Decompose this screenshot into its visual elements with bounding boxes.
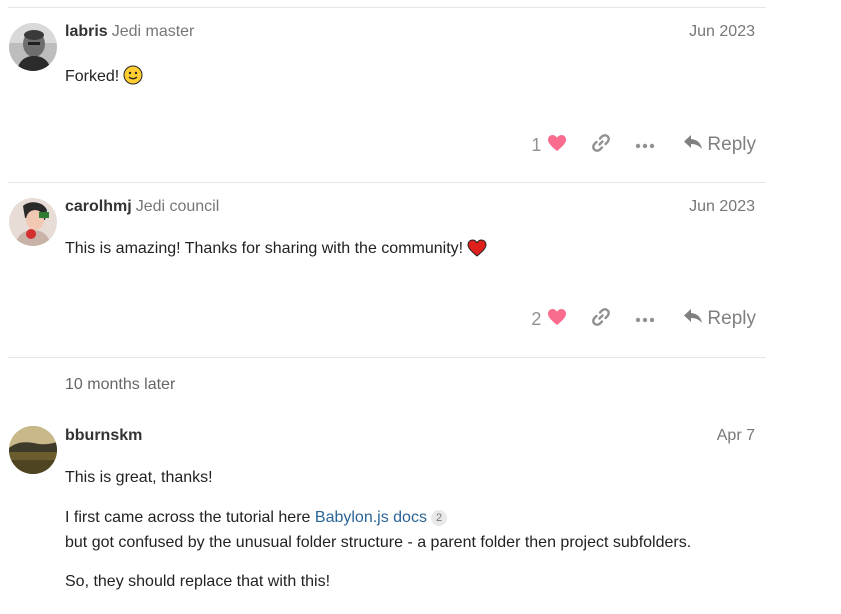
more-icon (635, 136, 655, 154)
link-icon (591, 133, 611, 158)
link-icon (591, 307, 611, 332)
post-divider (8, 357, 766, 358)
time-gap-notice: 10 months later (65, 376, 176, 393)
post-labris: labris Jedi master Jun 2023 Forked! 1 Rep… (0, 8, 766, 182)
post-body: This is amazing! Thanks for sharing with… (65, 239, 487, 263)
user-title: Jedi council (135, 198, 220, 215)
reply-icon (683, 134, 703, 156)
user-title: Jedi master (111, 23, 195, 40)
post-body: Forked! (65, 65, 143, 91)
reply-label: Reply (707, 134, 756, 155)
reply-icon (683, 308, 703, 330)
topic-post-stream: labris Jedi master Jun 2023 Forked! 1 Rep… (0, 0, 841, 614)
avatar-carolhmj[interactable] (9, 198, 57, 246)
reply-label: Reply (707, 308, 756, 329)
post-carolhmj: carolhmj Jedi council Jun 2023 This is am… (0, 183, 766, 357)
more-actions-button[interactable] (633, 307, 657, 331)
post-actions: 2 Reply (531, 305, 766, 333)
avatar-image (9, 198, 57, 246)
avatar-image (9, 426, 57, 474)
babylon-docs-link[interactable]: Babylon.js docs (315, 509, 427, 526)
post-paragraph-text: I first came across the tutorial here (65, 509, 311, 526)
slightly-smiling-face-icon (123, 65, 143, 91)
post-body-text: Forked! (65, 68, 120, 85)
avatar-bburnskm[interactable] (9, 426, 57, 474)
avatar-labris[interactable] (9, 23, 57, 71)
like-button[interactable]: 1 (531, 134, 567, 157)
like-count: 1 (531, 134, 542, 155)
more-icon (635, 310, 655, 328)
link-click-count: 2 (430, 510, 448, 526)
red-heart-icon (467, 239, 487, 263)
heart-icon (547, 308, 567, 331)
username[interactable]: bburnskm (65, 427, 142, 444)
avatar-image (9, 23, 57, 71)
username[interactable]: carolhmj (65, 198, 132, 215)
post-bburnskm: bburnskm Apr 7 This is great, thanks! I … (0, 410, 766, 614)
more-actions-button[interactable] (633, 133, 657, 157)
post-paragraph: This is great, thanks! (65, 469, 213, 486)
post-paragraph: but got confused by the unusual folder s… (65, 534, 692, 551)
post-date[interactable]: Jun 2023 (689, 197, 755, 217)
share-link-button[interactable] (589, 133, 613, 157)
post-date[interactable]: Jun 2023 (689, 22, 755, 42)
share-link-button[interactable] (589, 307, 613, 331)
post-date[interactable]: Apr 7 (717, 426, 755, 446)
post-author: bburnskm (65, 426, 142, 446)
heart-icon (547, 134, 567, 157)
post-paragraph: I first came across the tutorial here Ba… (65, 508, 448, 528)
like-count: 2 (531, 308, 542, 329)
like-button[interactable]: 2 (531, 308, 567, 331)
post-author: carolhmj Jedi council (65, 197, 219, 217)
username[interactable]: labris (65, 23, 108, 40)
post-paragraph: So, they should replace that with this! (65, 573, 331, 590)
reply-button[interactable]: Reply (683, 308, 756, 330)
post-body-text: This is amazing! Thanks for sharing with… (65, 240, 464, 257)
post-author: labris Jedi master (65, 22, 194, 42)
reply-button[interactable]: Reply (683, 134, 756, 156)
post-actions: 1 Reply (531, 131, 766, 159)
